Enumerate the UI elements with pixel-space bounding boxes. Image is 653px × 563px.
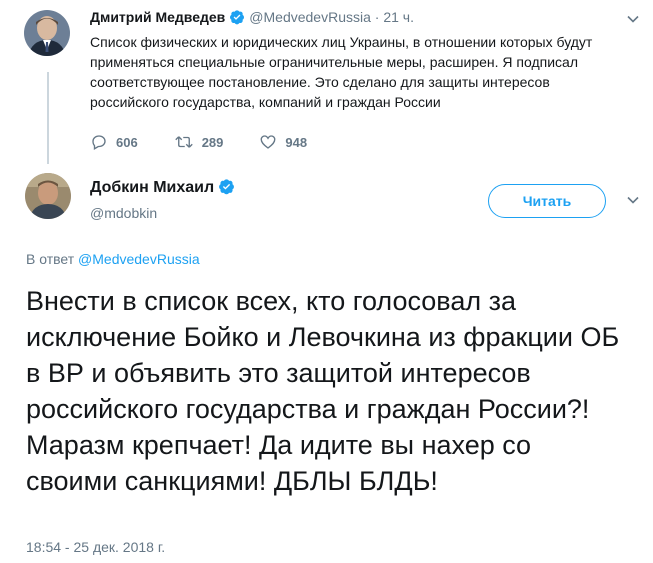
reply-count: 606 (116, 134, 138, 150)
like-count: 948 (285, 134, 308, 150)
original-handle[interactable]: @MedvedevRussia (249, 9, 371, 25)
avatar-dobkin[interactable] (25, 173, 71, 219)
original-tweet-actions: 606 289 948 (90, 133, 343, 151)
avatar-medvedev-image (24, 10, 70, 56)
thread-line (47, 72, 49, 164)
avatar-medvedev[interactable] (24, 10, 70, 56)
reply-handle[interactable]: @mdobkin (90, 205, 157, 221)
reply-author-name[interactable]: Добкин Михаил (90, 179, 214, 196)
like-button[interactable]: 948 (259, 133, 307, 151)
in-reply-to: В ответ @MedvedevRussia (26, 251, 200, 267)
in-reply-handle-link[interactable]: @MedvedevRussia (78, 251, 200, 267)
chevron-down-icon[interactable] (626, 12, 640, 31)
retweet-button[interactable]: 289 (174, 133, 224, 151)
reply-icon (92, 135, 106, 150)
avatar-dobkin-image (25, 173, 71, 219)
reply-author-row: Добкин Михаил (90, 178, 239, 200)
original-time-ago[interactable]: 21 ч. (383, 9, 414, 25)
retweet-count: 289 (201, 134, 224, 150)
reply-timestamp[interactable]: 18:54 - 25 дек. 2018 г. (26, 539, 165, 555)
follow-button[interactable]: Читать (488, 184, 606, 218)
reply-button[interactable]: 606 (90, 133, 138, 151)
separator-dot: · (374, 9, 380, 25)
heart-icon (260, 135, 276, 149)
retweet-icon (174, 136, 193, 148)
in-reply-prefix: В ответ (26, 251, 75, 267)
original-tweet-header: Дмитрий Медведев @MedvedevRussia · 21 ч. (90, 9, 414, 28)
reply-tweet-text: Внести в список всех, кто голосовал за и… (26, 286, 620, 496)
original-author-name[interactable]: Дмитрий Медведев (90, 9, 225, 25)
original-tweet-text: Список физических и юридических лиц Укра… (90, 34, 593, 110)
verified-icon (229, 9, 245, 28)
chevron-down-icon[interactable] (626, 193, 640, 212)
verified-icon (218, 178, 235, 200)
